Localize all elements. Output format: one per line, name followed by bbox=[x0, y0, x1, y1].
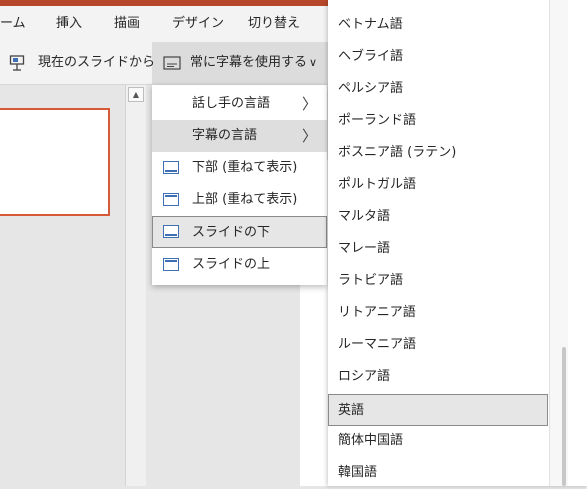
language-label: 韓国語 bbox=[338, 465, 378, 480]
menu-item-speaker-language[interactable]: 話し手の言語 〉 bbox=[152, 88, 327, 120]
caption-bottom-icon bbox=[163, 161, 179, 174]
language-item[interactable]: マレー語 bbox=[328, 233, 548, 265]
language-label: 英語 bbox=[338, 403, 365, 418]
menu-item-top-overlaid[interactable]: 上部 (重ねて表示) bbox=[152, 184, 327, 216]
language-label: ポーランド語 bbox=[338, 113, 417, 128]
menu-item-label: スライドの上 bbox=[192, 257, 271, 272]
caption-above-slide-icon bbox=[163, 258, 179, 271]
subtitle-options-menu: 話し手の言語 〉 字幕の言語 〉 下部 (重ねて表示) 上部 (重ねて表示) ス… bbox=[152, 85, 327, 285]
language-label: マレー語 bbox=[338, 241, 391, 256]
thumbnail-scrollbar[interactable] bbox=[125, 85, 147, 486]
language-item[interactable]: ボスニア語 (ラテン) bbox=[328, 137, 548, 169]
language-label: ポルトガル語 bbox=[338, 177, 417, 192]
menu-item-above-slide[interactable]: スライドの上 bbox=[152, 249, 327, 281]
menu-item-label: 話し手の言語 bbox=[192, 96, 271, 111]
tab-transitions[interactable]: 切り替え bbox=[248, 6, 300, 42]
language-label: ロシア語 bbox=[338, 369, 391, 384]
language-item[interactable]: 韓国語 bbox=[328, 457, 548, 489]
from-current-slide-button[interactable]: 現在のスライドから bbox=[38, 42, 155, 84]
language-label: 簡体中国語 bbox=[338, 433, 404, 448]
chevron-right-icon: 〉 bbox=[302, 127, 318, 145]
language-item[interactable]: ペルシア語 bbox=[328, 73, 548, 105]
language-item[interactable]: ヘブライ語 bbox=[328, 41, 548, 73]
language-label: マルタ語 bbox=[338, 209, 391, 224]
menu-item-label: 字幕の言語 bbox=[192, 128, 258, 143]
language-item[interactable]: リトアニア語 bbox=[328, 297, 548, 329]
chevron-right-icon: 〉 bbox=[302, 95, 318, 113]
language-item[interactable]: 簡体中国語 bbox=[328, 425, 548, 457]
language-item[interactable]: ルーマニア語 bbox=[328, 329, 548, 361]
language-item[interactable]: ポーランド語 bbox=[328, 105, 548, 137]
language-label: リトアニア語 bbox=[338, 305, 416, 320]
language-item[interactable]: ラトビア語 bbox=[328, 265, 548, 297]
language-label: ボスニア語 (ラテン) bbox=[338, 145, 457, 160]
caption-below-slide-icon bbox=[163, 225, 179, 238]
language-item[interactable]: ロシア語 bbox=[328, 361, 548, 393]
language-label: ヘブライ語 bbox=[338, 49, 404, 64]
language-label: ラトビア語 bbox=[338, 273, 404, 288]
menu-item-caption-language[interactable]: 字幕の言語 〉 bbox=[152, 120, 327, 152]
always-use-subtitles-label: 常に字幕を使用する bbox=[190, 55, 308, 70]
language-label: ベトナム語 bbox=[338, 17, 403, 32]
menu-item-label: 下部 (重ねて表示) bbox=[192, 160, 298, 175]
language-item[interactable]: ポルトガル語 bbox=[328, 169, 548, 201]
tab-insert[interactable]: 挿入 bbox=[56, 6, 82, 42]
scrollbar-thumb[interactable] bbox=[562, 347, 566, 486]
scroll-up-arrow-icon[interactable]: ▲ bbox=[128, 87, 144, 102]
tab-design[interactable]: デザイン bbox=[172, 6, 224, 42]
chevron-down-icon[interactable]: ∨ bbox=[309, 42, 317, 84]
language-item[interactable]: マルタ語 bbox=[328, 201, 548, 233]
caption-top-icon bbox=[163, 193, 179, 206]
language-item[interactable]: ベトナム語 bbox=[328, 9, 548, 41]
language-item-selected[interactable]: 英語 bbox=[328, 394, 548, 426]
menu-item-bottom-overlaid[interactable]: 下部 (重ねて表示) bbox=[152, 152, 327, 184]
tab-home[interactable]: ーム bbox=[0, 6, 26, 42]
menu-item-label: スライドの下 bbox=[192, 225, 271, 240]
presenter-screen-icon bbox=[9, 42, 25, 84]
menu-item-below-slide[interactable]: スライドの下 bbox=[152, 216, 327, 248]
menu-item-label: 上部 (重ねて表示) bbox=[192, 192, 298, 207]
slide-thumbnail[interactable] bbox=[0, 108, 110, 216]
tab-draw[interactable]: 描画 bbox=[114, 6, 140, 42]
language-label: ルーマニア語 bbox=[338, 337, 417, 352]
captions-icon bbox=[163, 42, 181, 84]
language-label: ペルシア語 bbox=[338, 81, 404, 96]
